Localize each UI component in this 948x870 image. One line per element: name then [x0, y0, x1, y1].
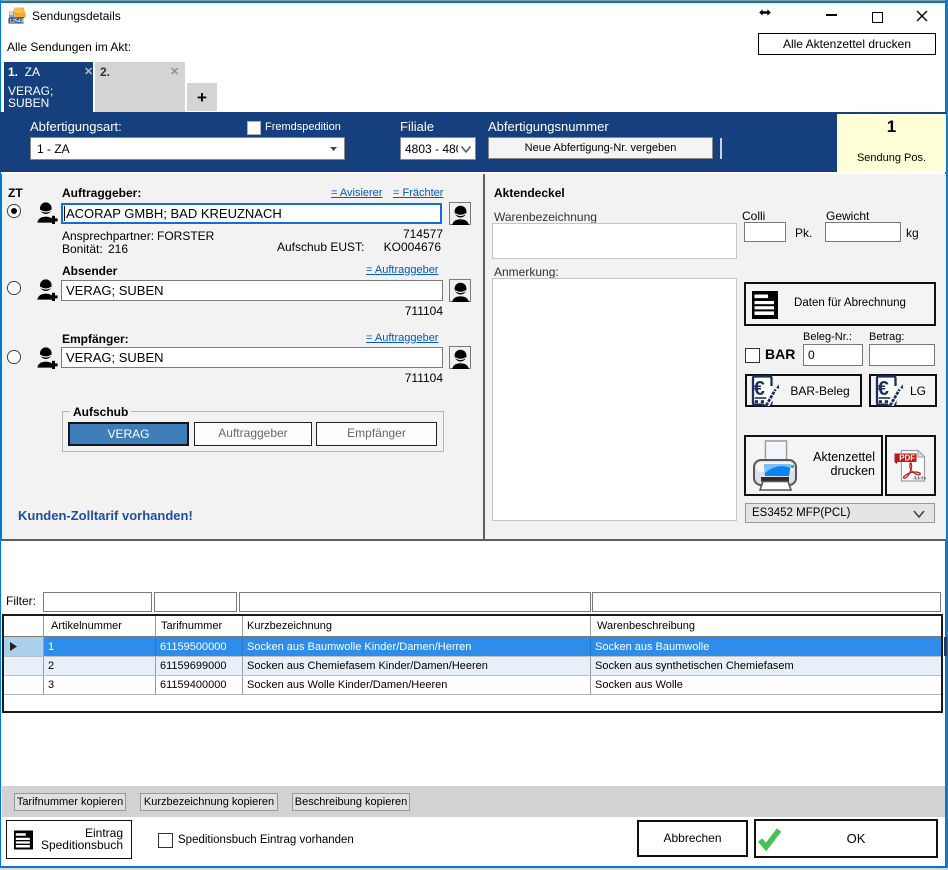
- svg-text:PDF: PDF: [899, 454, 915, 463]
- svg-text:€: €: [754, 378, 765, 400]
- svg-text:Adobe: Adobe: [912, 476, 926, 482]
- svg-text:12543: 12543: [9, 19, 24, 24]
- svg-text:€: €: [878, 378, 889, 400]
